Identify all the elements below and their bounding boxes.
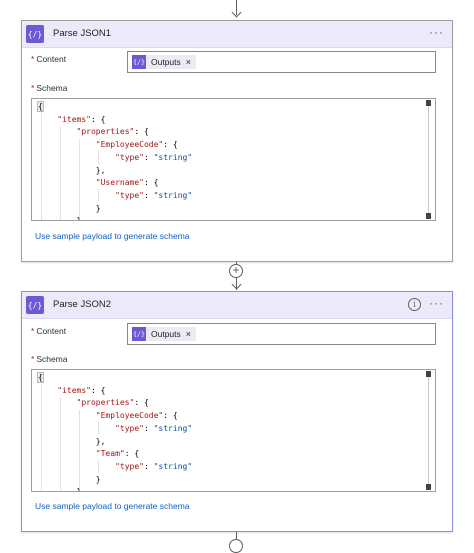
code-line: }, <box>38 487 87 492</box>
code-line: }, <box>38 165 106 175</box>
code-line: "items": { <box>57 385 106 395</box>
parse-json1-card[interactable]: {/} Parse JSON1 ··· * Content {/} Outputs… <box>21 20 453 262</box>
schema-code[interactable]: { "items": { "properties": { "EmployeeCo… <box>37 101 421 221</box>
schema-scrollbar[interactable] <box>426 371 431 490</box>
card-title[interactable]: Parse JSON2 <box>53 299 111 310</box>
required-marker: * <box>31 83 35 93</box>
content-label: * Content <box>31 54 67 64</box>
content-input[interactable]: {/} Outputs × <box>127 51 436 73</box>
content-label: * Content <box>31 326 67 336</box>
required-marker: * <box>31 54 35 64</box>
code-line: } <box>38 203 101 213</box>
token-parse-json-icon: {/} <box>132 327 146 341</box>
schema-editor[interactable]: { "items": { "properties": { "EmployeeCo… <box>31 98 436 221</box>
schema-code[interactable]: { "items": { "properties": { "EmployeeCo… <box>37 372 421 492</box>
code-line: "items": { <box>57 114 106 124</box>
content-input[interactable]: {/} Outputs × <box>127 323 436 345</box>
code-line: "EmployeeCode": { <box>95 140 178 150</box>
more-options-icon[interactable]: ··· <box>429 25 444 39</box>
info-icon[interactable]: i <box>408 298 421 311</box>
sample-payload-link[interactable]: Use sample payload to generate schema <box>35 231 190 241</box>
code-line: }, <box>38 436 106 446</box>
outputs-token[interactable]: {/} Outputs × <box>132 327 197 341</box>
add-step-button-bottom[interactable] <box>229 539 243 553</box>
token-label: Outputs <box>151 57 181 67</box>
scroll-track <box>428 377 429 484</box>
scroll-track <box>428 106 429 213</box>
code-line: { <box>37 101 44 112</box>
schema-editor[interactable]: { "items": { "properties": { "EmployeeCo… <box>31 369 436 492</box>
code-line: }, <box>38 216 87 221</box>
card-header[interactable]: {/} Parse JSON1 ··· <box>22 21 452 48</box>
code-line: { <box>37 372 44 383</box>
scroll-thumb-bottom <box>426 213 431 219</box>
code-line: "Team": { <box>95 449 140 459</box>
code-line: "type": "string" <box>115 423 193 433</box>
required-marker: * <box>31 354 35 364</box>
token-parse-json-icon: {/} <box>132 55 146 69</box>
code-line: "properties": { <box>76 398 149 408</box>
code-line: } <box>38 474 101 484</box>
code-line: "Username": { <box>95 178 159 188</box>
card-header[interactable]: {/} Parse JSON2 i ··· <box>22 292 452 319</box>
code-line: "type": "string" <box>115 152 193 162</box>
code-line: "EmployeeCode": { <box>95 411 178 421</box>
scroll-thumb-bottom <box>426 484 431 490</box>
parse-json2-card[interactable]: {/} Parse JSON2 i ··· * Content {/} Outpu… <box>21 291 453 532</box>
schema-label: * Schema <box>31 354 68 364</box>
parse-json-icon: {/} <box>26 296 44 314</box>
outputs-token[interactable]: {/} Outputs × <box>132 55 197 69</box>
card-title[interactable]: Parse JSON1 <box>53 28 111 39</box>
schema-scrollbar[interactable] <box>426 100 431 219</box>
add-step-button[interactable]: + <box>229 264 243 278</box>
required-marker: * <box>31 326 35 336</box>
code-line: "properties": { <box>76 127 149 137</box>
sample-payload-link[interactable]: Use sample payload to generate schema <box>35 501 190 511</box>
token-label: Outputs <box>151 329 181 339</box>
parse-json-icon: {/} <box>26 25 44 43</box>
remove-token-icon[interactable]: × <box>186 57 191 67</box>
code-line: "type": "string" <box>115 190 193 200</box>
connector-arrow-top <box>231 7 242 18</box>
code-line: "type": "string" <box>115 461 193 471</box>
more-options-icon[interactable]: ··· <box>429 296 444 310</box>
schema-label: * Schema <box>31 83 68 93</box>
remove-token-icon[interactable]: × <box>186 329 191 339</box>
connector-arrow-middle <box>231 279 242 290</box>
